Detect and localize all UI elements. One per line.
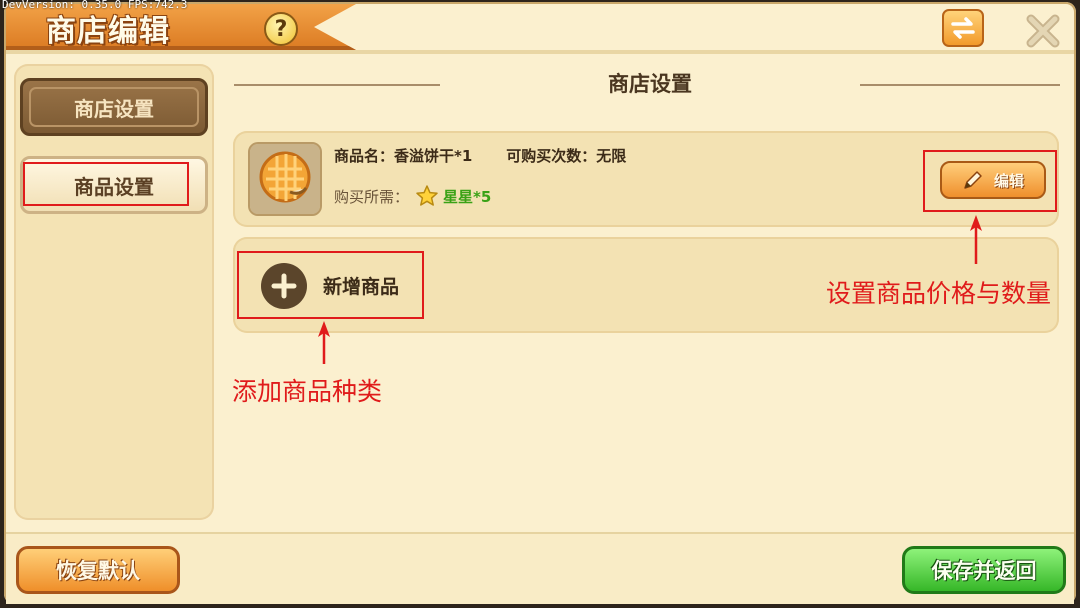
arrow-up-icon	[970, 215, 982, 264]
cookie-icon	[250, 144, 320, 214]
cookie-item-image	[248, 142, 322, 216]
highlight-edit-button	[923, 150, 1057, 212]
header-divider	[6, 50, 1074, 54]
goods-info-line: 商品名：香溢饼干*1 可购买次数：无限	[334, 145, 626, 166]
annotation-edit-hint: 设置商品价格与数量	[826, 279, 1052, 308]
debug-overlay: DevVersion: 0.35.0 FPS:742.3	[2, 0, 188, 11]
swap-button[interactable]	[942, 9, 984, 47]
highlight-goods-tab	[23, 162, 189, 206]
goods-cost-value: 星星*5	[443, 187, 492, 206]
star-icon	[415, 184, 439, 208]
question-mark-icon: ?	[274, 16, 288, 42]
close-icon	[1026, 14, 1060, 48]
highlight-add-goods	[237, 251, 424, 319]
title-divider-left	[234, 84, 440, 86]
goods-cost-line: 购买所需： 星星*5	[334, 184, 491, 208]
section-title: 商店设置	[608, 72, 692, 96]
goods-name: 商品名：香溢饼干*1	[334, 147, 473, 165]
page-title: 商店编辑	[46, 14, 170, 49]
restore-default-button[interactable]: 恢复默认	[16, 546, 180, 594]
close-button[interactable]	[1022, 10, 1064, 52]
annotation-add-hint: 添加商品种类	[232, 377, 383, 406]
save-and-return-button[interactable]: 保存并返回	[902, 546, 1066, 594]
swap-arrows-icon	[951, 17, 975, 39]
tab-shop-settings[interactable]: 商店设置	[20, 78, 208, 136]
title-divider-right	[860, 84, 1060, 86]
goods-purchase-limit: 可购买次数：无限	[506, 147, 627, 165]
help-button[interactable]: ?	[264, 12, 298, 46]
sidebar: 商店设置 商品设置	[14, 64, 214, 520]
tab-inner-border	[29, 87, 199, 127]
arrow-up-icon	[318, 321, 330, 364]
goods-cost-label: 购买所需：	[334, 187, 410, 206]
